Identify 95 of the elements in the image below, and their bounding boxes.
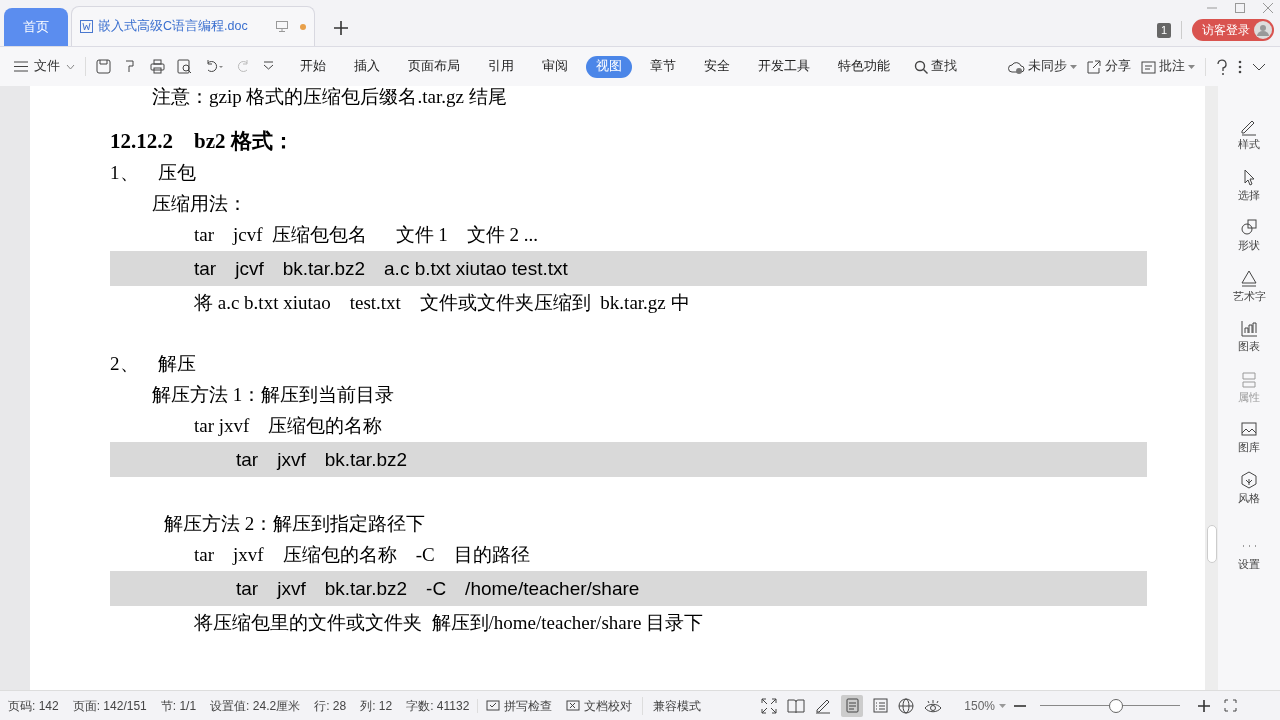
zoom-in-icon[interactable]	[1198, 699, 1211, 712]
code-block: tar jcvf bk.tar.bz2 a.c b.txt xiutao test.txt	[110, 251, 1147, 286]
chevron-down-icon[interactable]	[1252, 62, 1266, 71]
code-block: tar jxvf bk.tar.bz2	[110, 442, 1147, 477]
eye-icon[interactable]	[924, 698, 943, 713]
status-text: 列: 12	[360, 697, 393, 715]
method-label: 解压方法 2：解压到指定路径下	[163, 512, 427, 536]
document-tab[interactable]: 嵌入式高级C语言编程.doc	[71, 6, 315, 46]
command-line: tar jcvf 压缩包包名 文件 1 文件 2 ...	[193, 223, 540, 247]
side-panel-button[interactable]: 艺术字	[1232, 267, 1266, 304]
zoom-dropdown[interactable]: 150%	[964, 696, 1007, 715]
list-item: 2、 解压	[110, 352, 197, 376]
ribbon-tab[interactable]: 引用	[478, 55, 524, 78]
side-panel-button[interactable]: 形状	[1238, 217, 1260, 254]
chevron-down-icon[interactable]	[263, 61, 274, 72]
more-icon[interactable]	[1238, 59, 1242, 74]
status-text: 页码: 142	[8, 697, 59, 715]
file-menu[interactable]: 文件	[14, 57, 86, 76]
ribbon-tab[interactable]: 视图	[586, 55, 632, 78]
outline-icon[interactable]	[873, 698, 889, 713]
caret-icon	[1188, 64, 1195, 69]
command-line: tar jxvf 压缩包的名称	[193, 414, 384, 438]
fullscreen-icon[interactable]	[761, 697, 778, 714]
spell-check-button[interactable]: 拼写检查	[486, 696, 553, 715]
fit-icon[interactable]	[1224, 699, 1238, 712]
ribbon-tab[interactable]: 插入	[344, 55, 390, 78]
ribbon-tab[interactable]: 页面布局	[398, 55, 470, 78]
page-view-button[interactable]	[841, 694, 864, 717]
window-count-badge[interactable]: 1	[1156, 22, 1171, 38]
book-icon[interactable]	[787, 697, 806, 714]
method-label: 解压方法 1：解压到当前目录	[151, 383, 396, 407]
close-icon[interactable]	[1262, 2, 1274, 14]
compat-mode-label: 兼容模式	[653, 697, 702, 715]
proofread-button[interactable]: 文档校对	[566, 696, 644, 715]
undo-icon[interactable]	[204, 59, 224, 74]
status-text: 节: 1/1	[160, 697, 197, 715]
document-icon	[80, 20, 93, 33]
side-panel-button: 属性	[1238, 368, 1260, 405]
scrollbar-thumb[interactable]	[1206, 525, 1217, 563]
command-line: tar jxvf 压缩包的名称 -C 目的路径	[193, 543, 531, 567]
comment-button[interactable]: 批注	[1141, 57, 1195, 76]
cloud-icon	[1008, 59, 1025, 74]
side-panel-button[interactable]: 图库	[1238, 419, 1260, 456]
search-button[interactable]: 查找	[914, 57, 957, 76]
sync-button[interactable]: 未同步	[1008, 57, 1077, 76]
ribbon-tab[interactable]: 开发工具	[748, 55, 820, 78]
caret-icon	[999, 703, 1007, 708]
save-icon[interactable]	[96, 59, 111, 74]
avatar-icon	[1254, 21, 1272, 39]
ribbon-tab[interactable]: 章节	[640, 55, 686, 78]
plus-icon	[334, 21, 348, 35]
ribbon-tab[interactable]: 审阅	[532, 55, 578, 78]
help-icon[interactable]	[1216, 58, 1228, 75]
monitor-icon	[276, 21, 288, 32]
zoom-slider[interactable]	[1040, 698, 1181, 713]
command-line: 将 a.c b.txt xiutao test.txt 文件或文件夹压缩到 bk.tar.gz 中	[193, 291, 691, 315]
ribbon-tab[interactable]: 特色功能	[828, 55, 900, 78]
chevron-down-icon	[66, 63, 75, 70]
status-text: 设置值: 24.2厘米	[210, 697, 301, 715]
status-text: 字数: 41132	[406, 697, 470, 715]
check-icon	[486, 699, 501, 712]
share-button[interactable]: 分享	[1087, 57, 1131, 76]
menu-icon	[14, 61, 28, 72]
status-text: 行: 28	[314, 697, 347, 715]
caret-icon	[1070, 64, 1077, 69]
hexagon-icon	[1239, 469, 1259, 490]
shapes-icon	[1239, 217, 1259, 237]
section-heading: 12.12.2 bz2 格式：	[110, 128, 295, 155]
code-block: tar jxvf bk.tar.bz2 -C /home/teacher/share	[110, 571, 1147, 606]
gallery-icon	[1239, 419, 1259, 439]
side-panel-button[interactable]: 风格	[1238, 469, 1260, 506]
print-icon[interactable]	[150, 59, 165, 74]
page-icon	[845, 698, 859, 713]
chart-icon	[1239, 318, 1259, 338]
status-text: 页面: 142/151	[72, 697, 147, 715]
share-icon	[1087, 59, 1101, 74]
guest-login-button[interactable]: 访客登录	[1192, 19, 1274, 41]
comment-icon	[1141, 59, 1156, 74]
maximize-icon[interactable]	[1234, 2, 1246, 14]
x-box-icon	[566, 699, 581, 712]
list-item: 1、 压包	[110, 161, 197, 185]
pen-icon[interactable]	[815, 697, 832, 714]
globe-icon[interactable]	[898, 697, 915, 714]
search-icon	[914, 59, 928, 74]
command-line: 将压缩包里的文件或文件夹 解压到/home/teacher/share 目录下	[193, 611, 705, 635]
side-panel-button[interactable]: 设置	[1238, 536, 1260, 573]
side-panel-button[interactable]: 选择	[1238, 166, 1260, 203]
method-label: 压缩用法：	[151, 192, 248, 216]
note-text: 注意：gzip 格式的压缩包后缀名.tar.gz 结尾	[151, 86, 508, 108]
side-panel-button[interactable]: 图表	[1238, 318, 1260, 355]
ribbon-tab[interactable]: 安全	[694, 55, 740, 78]
ribbon-tab[interactable]: 开始	[290, 55, 336, 78]
print-preview-icon[interactable]	[177, 59, 192, 74]
slider-thumb[interactable]	[1109, 698, 1124, 713]
side-panel-button[interactable]: 样式	[1238, 116, 1260, 153]
